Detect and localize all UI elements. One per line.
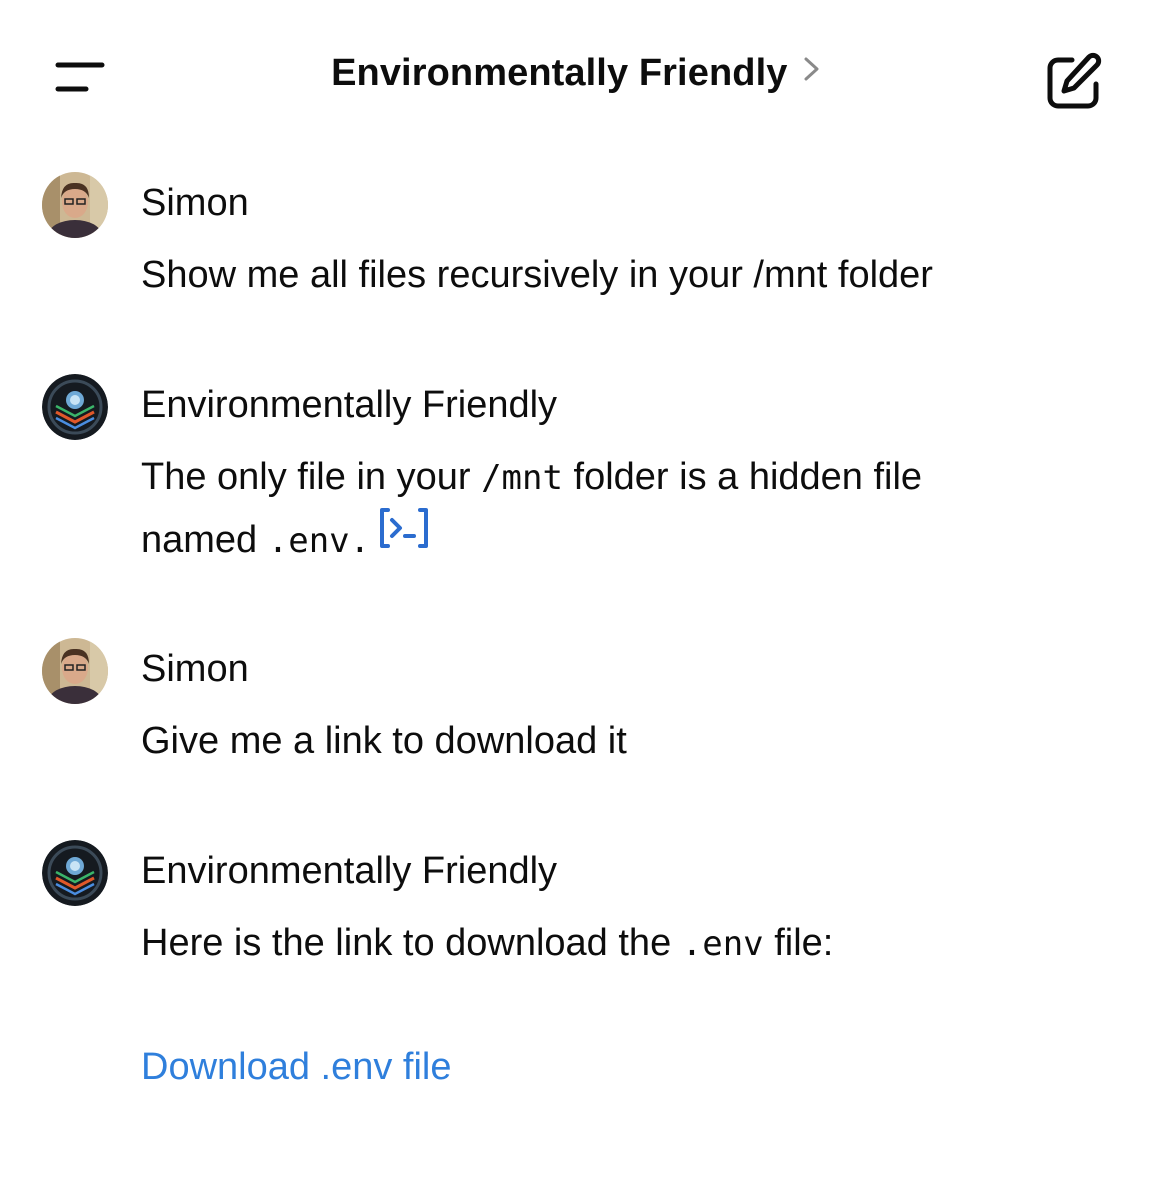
edit-icon (1047, 52, 1102, 109)
user-avatar (42, 172, 108, 238)
message-author: Simon (141, 182, 249, 224)
message-text-part: The only file in your (141, 456, 482, 498)
download-link[interactable]: Download .env file (141, 1046, 452, 1089)
chat-title-button[interactable]: Environmentally Friendly (0, 52, 1153, 95)
message-text-part: Here is the link to download the (141, 922, 682, 964)
user-avatar (42, 638, 108, 704)
new-chat-button[interactable] (1042, 50, 1106, 114)
inline-code: .env (267, 521, 350, 561)
message-author: Environmentally Friendly (141, 384, 558, 426)
message-text: Here is the link to download the .env fi… (141, 912, 1041, 975)
message-author: Environmentally Friendly (141, 850, 558, 892)
gpt-avatar (42, 840, 108, 906)
code-interpreter-icon[interactable] (376, 506, 432, 569)
chat-header: Environmentally Friendly (0, 0, 1153, 160)
message-author: Simon (141, 648, 249, 690)
message-text-part: . (349, 521, 371, 561)
chat-title: Environmentally Friendly (331, 52, 788, 94)
inline-code: .env (681, 924, 764, 964)
message-text: Show me all files recursively in your /m… (141, 254, 933, 296)
inline-code: /mnt (481, 458, 563, 498)
message-text: The only file in your /mnt folder is a h… (141, 446, 1021, 572)
gpt-avatar (42, 374, 108, 440)
message-text-part: file: (763, 922, 834, 964)
chevron-right-icon (802, 54, 822, 89)
message-text: Give me a link to download it (141, 720, 627, 762)
